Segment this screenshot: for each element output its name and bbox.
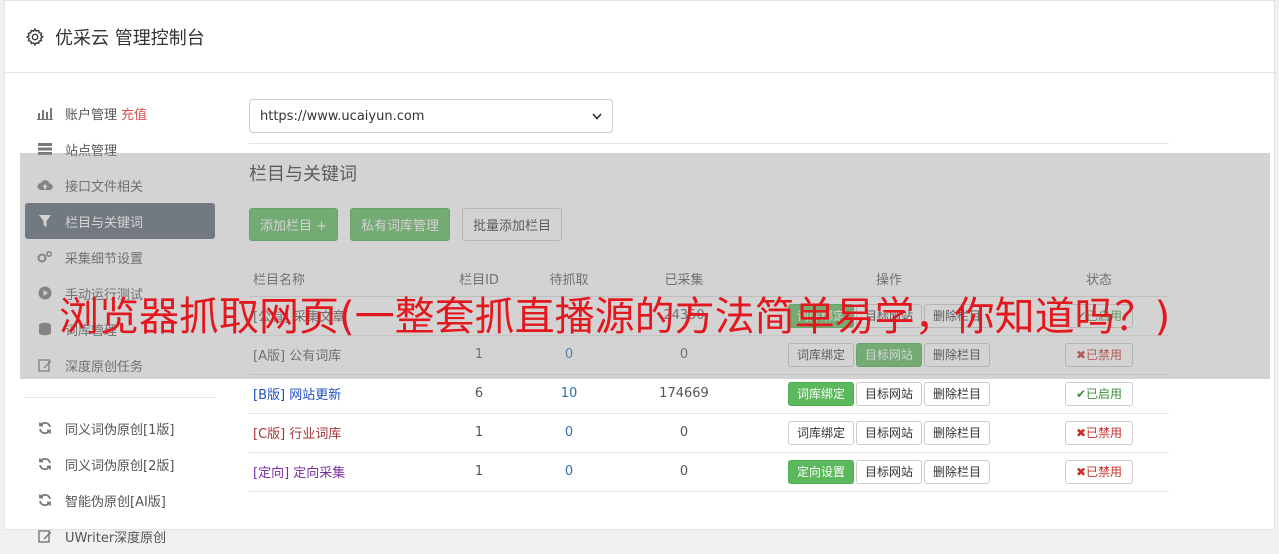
recharge-link[interactable]: 充值 xyxy=(121,104,147,123)
divider xyxy=(249,143,1169,144)
operations-cell: 词库绑定 目标网站 删除栏目 xyxy=(749,374,1029,414)
sidebar-tool-uwriter[interactable]: UWriter深度原创 xyxy=(25,518,215,554)
column-name-cell: [定向] 定向采集 xyxy=(249,452,439,492)
target-site-button[interactable]: 目标网站 xyxy=(855,381,922,406)
operations-cell: 定向设置 目标网站 删除栏目 xyxy=(749,452,1029,492)
status-cell: ✖已禁用 xyxy=(1029,413,1169,453)
sidebar-tool-synonym-v2[interactable]: 同义词伪原创[2版] xyxy=(25,446,215,482)
sidebar-divider xyxy=(25,397,215,398)
overlay-banner xyxy=(20,153,1270,379)
column-id-cell: 6 xyxy=(439,374,519,414)
chevron-down-icon xyxy=(592,112,602,120)
refresh-icon xyxy=(37,420,53,436)
refresh-icon xyxy=(37,492,53,508)
pending-cell: 0 xyxy=(519,413,619,453)
app-window: 优采云 管理控制台 账户管理 充值 站点管理 接口文件相关 栏目与关键词 采集细… xyxy=(4,0,1276,546)
gear-icon xyxy=(25,27,45,46)
pending-cell: 0 xyxy=(519,452,619,492)
sidebar-tool-synonym-v1[interactable]: 同义词伪原创[1版] xyxy=(25,410,215,446)
bind-wordlib-button[interactable]: 词库绑定 xyxy=(787,381,854,406)
close-icon: ✖ xyxy=(1075,425,1087,440)
site-select[interactable]: https://www.ucaiyun.com xyxy=(249,99,613,133)
collected-cell: 174669 xyxy=(619,374,749,414)
sidebar-item-label: 智能伪原创[AI版] xyxy=(65,494,166,510)
close-icon: ✖ xyxy=(1075,464,1087,479)
target-site-button[interactable]: 目标网站 xyxy=(855,459,922,484)
status-toggle[interactable]: ✔已启用 xyxy=(1064,381,1134,406)
app-title: 优采云 管理控制台 xyxy=(55,27,205,49)
column-id-cell: 1 xyxy=(439,413,519,453)
sidebar-item-label: UWriter深度原创 xyxy=(65,530,167,546)
sidebar-item-label: 账户管理 xyxy=(65,107,118,123)
delete-column-button[interactable]: 删除栏目 xyxy=(924,420,991,445)
collected-cell: 0 xyxy=(619,413,749,453)
column-name[interactable]: 行业词库 xyxy=(289,427,341,442)
column-type: [B版] xyxy=(253,388,286,403)
table-row: [C版] 行业词库 1 0 0 词库绑定 目标网站 删除栏目 ✖已禁用 xyxy=(249,413,1169,453)
column-type: [C版] xyxy=(253,427,286,442)
bar-chart-icon xyxy=(37,105,53,121)
status-label: 已禁用 xyxy=(1086,425,1123,440)
edit-icon xyxy=(37,528,53,544)
delete-column-button[interactable]: 删除栏目 xyxy=(924,459,991,484)
column-name-cell: [C版] 行业词库 xyxy=(249,413,439,453)
pending-cell: 10 xyxy=(519,374,619,414)
column-name[interactable]: 网站更新 xyxy=(289,388,341,403)
status-toggle[interactable]: ✖已禁用 xyxy=(1064,459,1134,484)
table-row: [定向] 定向采集 1 0 0 定向设置 目标网站 删除栏目 ✖已禁用 xyxy=(249,452,1169,492)
overlay-headline: 浏览器抓取网页(一整套抓直播源的方法简单易学，你知道吗？) xyxy=(59,294,1171,340)
sidebar-item-label: 同义词伪原创[1版] xyxy=(65,422,175,438)
collected-cell: 0 xyxy=(619,452,749,492)
column-type: [定向] xyxy=(253,466,290,481)
column-name[interactable]: 定向采集 xyxy=(293,466,345,481)
column-id-cell: 1 xyxy=(439,452,519,492)
target-site-button[interactable]: 目标网站 xyxy=(855,420,922,445)
site-select-value: https://www.ucaiyun.com xyxy=(260,108,425,124)
app-header: 优采云 管理控制台 xyxy=(5,1,1276,73)
sidebar-item-account[interactable]: 账户管理 充值 xyxy=(25,95,215,131)
status-cell: ✔已启用 xyxy=(1029,374,1169,414)
sidebar-tool-ai[interactable]: 智能伪原创[AI版] xyxy=(25,482,215,518)
sidebar-item-label: 同义词伪原创[2版] xyxy=(65,458,175,474)
bind-wordlib-button[interactable]: 词库绑定 xyxy=(787,420,854,445)
bind-wordlib-button[interactable]: 定向设置 xyxy=(787,459,854,484)
operations-cell: 词库绑定 目标网站 删除栏目 xyxy=(749,413,1029,453)
refresh-icon xyxy=(37,456,53,472)
status-label: 已启用 xyxy=(1086,386,1123,401)
table-row: [B版] 网站更新 6 10 174669 词库绑定 目标网站 删除栏目 ✔已启用 xyxy=(249,374,1169,414)
status-label: 已禁用 xyxy=(1086,464,1123,479)
delete-column-button[interactable]: 删除栏目 xyxy=(924,381,991,406)
column-name-cell: [B版] 网站更新 xyxy=(249,374,439,414)
status-cell: ✖已禁用 xyxy=(1029,452,1169,492)
status-toggle[interactable]: ✖已禁用 xyxy=(1064,420,1134,445)
check-icon: ✔ xyxy=(1075,386,1087,401)
